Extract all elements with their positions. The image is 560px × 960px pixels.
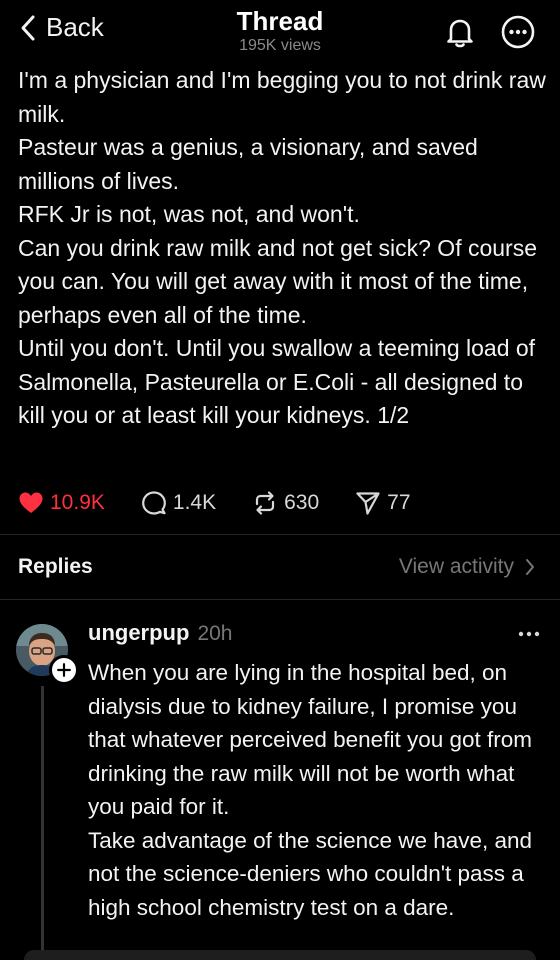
post-actions: 10.9K 1.4K 630 77: [18, 486, 447, 520]
share-count: 77: [387, 491, 411, 514]
post-paragraph: Until you don't. Until you swallow a tee…: [18, 335, 536, 428]
reply-button[interactable]: 1.4K: [141, 490, 216, 516]
thread-screen: Back Thread 195K views I'm a physician a…: [0, 0, 560, 960]
post-paragraph: I'm a physician and I'm begging you to n…: [18, 67, 546, 127]
repost-count: 630: [284, 491, 320, 514]
reply-body: When you are lying in the hospital bed, …: [88, 656, 548, 924]
reply-paragraph: Take advantage of the science we have, a…: [88, 827, 533, 920]
replies-heading: Replies: [18, 555, 93, 578]
reply-paragraph: When you are lying in the hospital bed, …: [88, 660, 533, 819]
comment-icon: [141, 491, 166, 515]
repost-button[interactable]: 630: [252, 490, 319, 516]
like-button[interactable]: 10.9K: [18, 490, 105, 516]
reply-username[interactable]: ungerpup: [88, 620, 189, 646]
post-body: I'm a physician and I'm begging you to n…: [18, 64, 548, 433]
header: Back Thread 195K views: [0, 0, 560, 64]
post-paragraph: Pasteur was a genius, a visionary, and s…: [18, 134, 478, 194]
divider: [0, 534, 560, 535]
bell-icon[interactable]: [442, 14, 478, 50]
follow-plus-button[interactable]: [49, 655, 79, 685]
reply-header: ungerpup 20h: [88, 620, 232, 646]
send-icon: [356, 492, 380, 515]
share-button[interactable]: 77: [355, 490, 411, 516]
reply-count: 1.4K: [172, 491, 217, 514]
repost-icon: [255, 491, 275, 515]
reply-avatar-block: [16, 624, 79, 685]
like-count: 10.9K: [50, 491, 105, 514]
view-activity-link[interactable]: View activity: [399, 555, 536, 579]
chevron-right-icon: [526, 559, 534, 575]
more-circle-icon[interactable]: [500, 14, 536, 50]
view-activity-label: View activity: [398, 555, 514, 578]
reply-timestamp: 20h: [197, 622, 233, 645]
post-paragraph: RFK Jr is not, was not, and won't.: [18, 201, 360, 227]
heart-icon: [19, 492, 43, 513]
plus-icon: [57, 663, 71, 677]
thread-line: [41, 686, 44, 960]
bottom-input-bar[interactable]: [24, 950, 536, 960]
post-paragraph: Can you drink raw milk and not get sick?…: [18, 234, 538, 328]
more-dots-icon[interactable]: [516, 624, 542, 644]
divider: [0, 599, 560, 600]
